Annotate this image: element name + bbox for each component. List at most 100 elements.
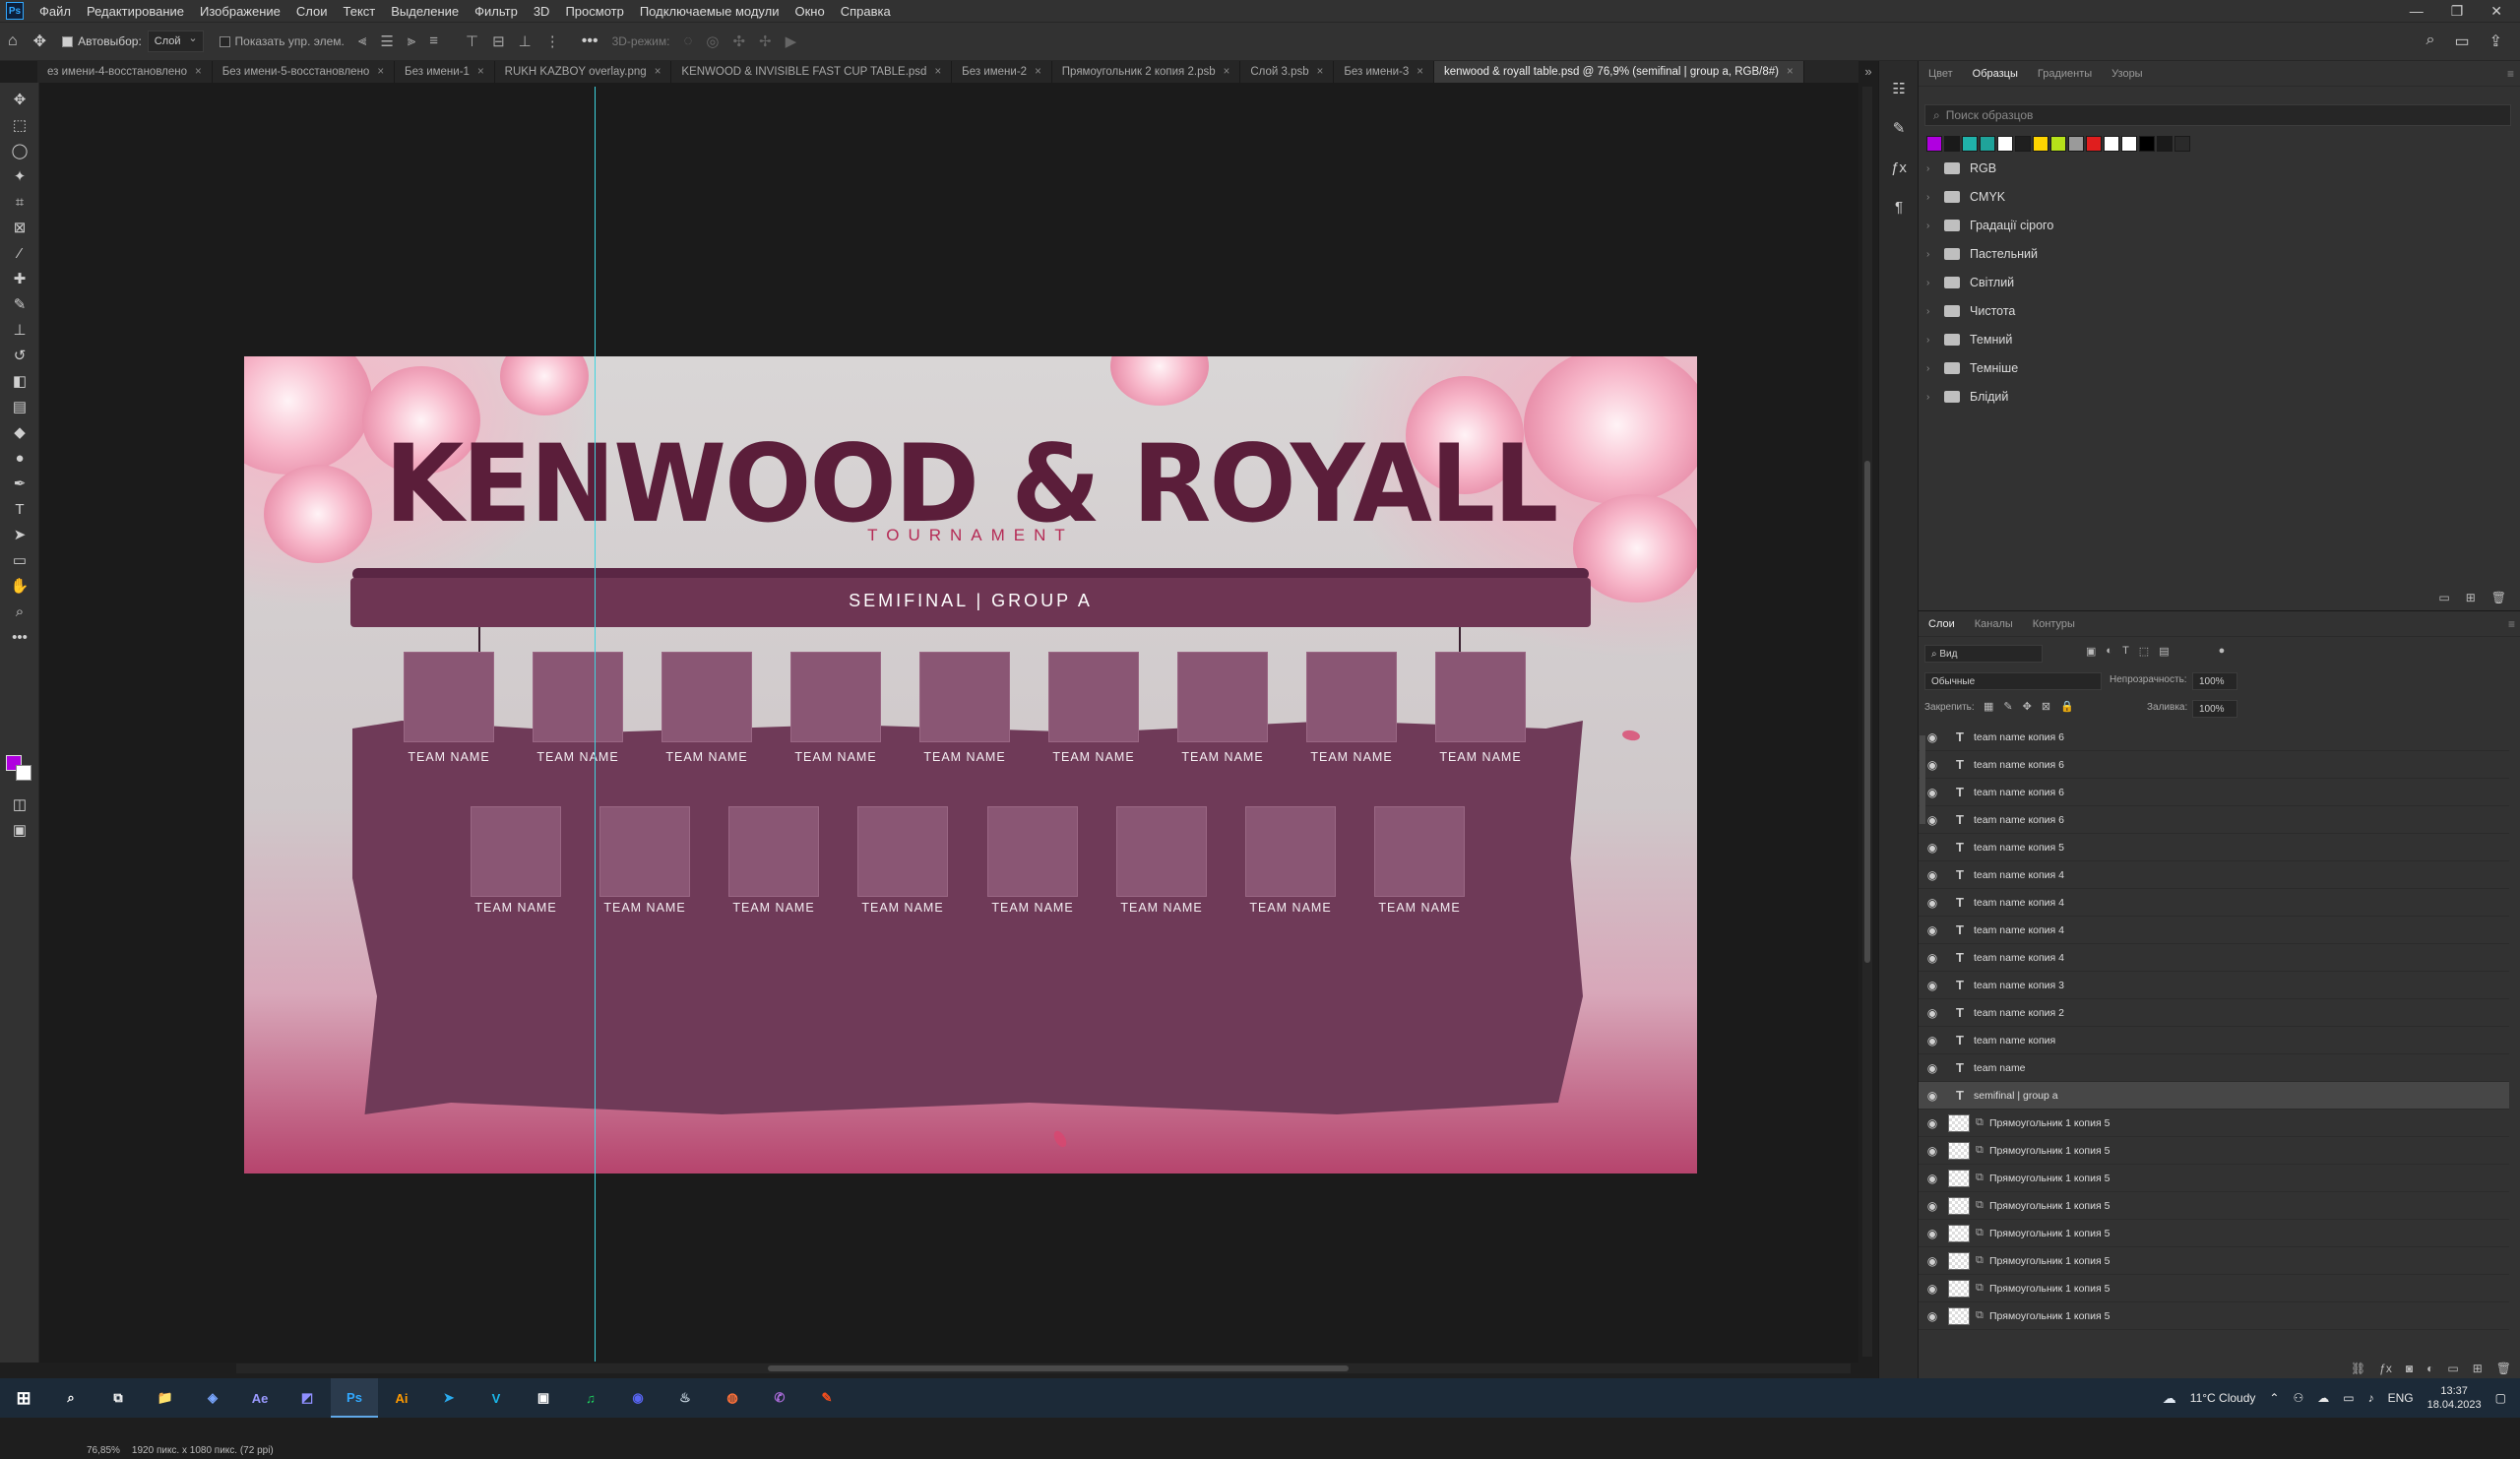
visibility-eye-icon[interactable]: ◉ bbox=[1919, 1089, 1946, 1103]
swatch-folder[interactable]: ›Блідий bbox=[1926, 384, 2008, 410]
weather-text[interactable]: 11°C Cloudy bbox=[2190, 1391, 2256, 1405]
color-swatch[interactable] bbox=[1980, 136, 1995, 152]
swatch-folder[interactable]: ›Градації сірого bbox=[1926, 213, 2053, 238]
history-brush-icon[interactable]: ↺ bbox=[0, 343, 39, 368]
video-3d-icon[interactable]: ▶ bbox=[786, 32, 797, 50]
swatch-folder[interactable]: ›Пастельний bbox=[1926, 241, 2038, 267]
type-tool-icon[interactable]: T bbox=[0, 496, 39, 522]
taskbar-app[interactable]: ➤ bbox=[425, 1378, 472, 1418]
home-icon[interactable]: ⌂ bbox=[8, 32, 18, 50]
layer-row[interactable]: ◉⧉Прямоугольник 1 копия 5 bbox=[1919, 1302, 2509, 1330]
orbit-3d-icon[interactable]: ◌ bbox=[683, 32, 692, 50]
document-tab[interactable]: Без имени-5-восстановлено× bbox=[213, 61, 395, 83]
quick-mask-icon[interactable]: ◫ bbox=[0, 792, 39, 817]
close-tab-icon[interactable]: × bbox=[1035, 66, 1041, 78]
mask-icon[interactable]: ◙ bbox=[2406, 1362, 2413, 1375]
close-tab-icon[interactable]: × bbox=[195, 66, 202, 78]
eyedropper-icon[interactable]: ⁄ bbox=[0, 240, 39, 266]
close-tab-icon[interactable]: × bbox=[1787, 66, 1794, 78]
notifications-icon[interactable]: ▢ bbox=[2495, 1391, 2506, 1405]
visibility-eye-icon[interactable]: ◉ bbox=[1919, 1061, 1946, 1075]
color-swatch[interactable] bbox=[2174, 136, 2190, 152]
pen-tool-icon[interactable]: ✒ bbox=[0, 471, 39, 496]
opacity-input[interactable]: 100% bbox=[2192, 672, 2237, 690]
layer-mode-select[interactable]: Слой bbox=[148, 31, 204, 52]
horizontal-scrollbar[interactable] bbox=[236, 1364, 1851, 1373]
menu-item[interactable]: Просмотр bbox=[557, 4, 631, 19]
share-icon[interactable]: ⇪ bbox=[2489, 32, 2502, 51]
chevron-right-icon[interactable]: › bbox=[1926, 192, 1940, 203]
color-swatch[interactable] bbox=[2139, 136, 2155, 152]
menu-item[interactable]: Окно bbox=[787, 4, 832, 19]
layer-row[interactable]: ◉Tteam name копия 4 bbox=[1919, 889, 2509, 917]
blend-mode-select[interactable]: Обычные bbox=[1924, 672, 2102, 690]
layer-row[interactable]: ◉Tteam name копия 2 bbox=[1919, 999, 2509, 1027]
color-swatch[interactable] bbox=[1997, 136, 2013, 152]
pan-3d-icon[interactable]: ✣ bbox=[732, 32, 745, 50]
delete-icon[interactable]: 🗑 bbox=[2491, 591, 2506, 604]
brush-settings-icon[interactable]: ✎ bbox=[1879, 108, 1919, 148]
layer-row[interactable]: ◉Tteam name копия 6 bbox=[1919, 779, 2509, 806]
lock-brush-icon[interactable]: ✎ bbox=[2003, 700, 2012, 713]
task-view-icon[interactable]: ⧉ bbox=[94, 1378, 142, 1418]
filter-shape-icon[interactable]: ⬚ bbox=[2139, 645, 2149, 658]
visibility-eye-icon[interactable]: ◉ bbox=[1919, 841, 1946, 855]
visibility-eye-icon[interactable]: ◉ bbox=[1919, 868, 1946, 882]
search-icon[interactable]: ⌕ bbox=[2426, 32, 2435, 51]
distribute-v-icon[interactable]: ⋮ bbox=[545, 32, 560, 50]
layer-row[interactable]: ◉Tteam name копия 6 bbox=[1919, 751, 2509, 779]
stamp-tool-icon[interactable]: ⊥ bbox=[0, 317, 39, 343]
taskbar-app[interactable]: V bbox=[472, 1378, 520, 1418]
close-tab-icon[interactable]: × bbox=[655, 66, 662, 78]
menu-item[interactable]: Редактирование bbox=[79, 4, 192, 19]
visibility-eye-icon[interactable]: ◉ bbox=[1919, 896, 1946, 910]
rectangle-tool-icon[interactable]: ▭ bbox=[0, 547, 39, 573]
clock[interactable]: 13:37 18.04.2023 bbox=[2427, 1384, 2482, 1412]
taskbar-app[interactable]: ♫ bbox=[567, 1378, 614, 1418]
chevron-right-icon[interactable]: › bbox=[1926, 392, 1940, 403]
visibility-eye-icon[interactable]: ◉ bbox=[1919, 923, 1946, 937]
distribute-icon[interactable]: ≡ bbox=[429, 32, 438, 50]
new-group-icon[interactable]: ▭ bbox=[2438, 591, 2449, 604]
fx-icon[interactable]: ƒx bbox=[2379, 1362, 2392, 1375]
panel-menu-icon[interactable]: ≡ bbox=[2508, 617, 2515, 631]
panel-tab[interactable]: Градиенты bbox=[2028, 68, 2102, 80]
gamepad-icon[interactable]: ⚇ bbox=[2293, 1391, 2303, 1405]
chevron-right-icon[interactable]: › bbox=[1926, 306, 1940, 317]
align-middle-icon[interactable]: ⊟ bbox=[492, 32, 505, 50]
restore-icon[interactable]: ❐ bbox=[2451, 3, 2464, 20]
menu-item[interactable]: Подключаемые модули bbox=[632, 4, 788, 19]
swatch-search-input[interactable]: ⌕ Поиск образцов bbox=[1924, 104, 2511, 126]
show-controls-checkbox[interactable]: Показать упр. элем. bbox=[220, 34, 345, 48]
move-tool-icon[interactable]: ✥ bbox=[33, 32, 46, 51]
layer-row[interactable]: ◉⧉Прямоугольник 1 копия 5 bbox=[1919, 1192, 2509, 1220]
slide-3d-icon[interactable]: ✢ bbox=[759, 32, 772, 50]
document-tab[interactable]: Без имени-1× bbox=[395, 61, 495, 83]
document-tab[interactable]: ез имени-4-восстановлено× bbox=[37, 61, 213, 83]
background-color-swatch[interactable] bbox=[16, 765, 32, 781]
layer-row[interactable]: ◉Tteam name копия 3 bbox=[1919, 972, 2509, 999]
lasso-tool-icon[interactable]: ◯ bbox=[0, 138, 39, 163]
workspace-icon[interactable]: ▭ bbox=[2454, 32, 2469, 51]
scroll-thumb[interactable] bbox=[768, 1365, 1349, 1371]
roll-3d-icon[interactable]: ◎ bbox=[706, 32, 719, 50]
layer-filter-select[interactable]: ⌕ Вид bbox=[1924, 645, 2043, 663]
swatch-folder[interactable]: ›CMYK bbox=[1926, 184, 2005, 210]
taskbar-app[interactable]: ◈ bbox=[189, 1378, 236, 1418]
taskbar-app[interactable]: ♨ bbox=[662, 1378, 709, 1418]
windows-start-icon[interactable]: ⊞ bbox=[0, 1378, 47, 1418]
layer-row[interactable]: ◉⧉Прямоугольник 1 копия 5 bbox=[1919, 1110, 2509, 1137]
photoshop-logo-icon[interactable]: Ps bbox=[6, 2, 24, 20]
filter-adjust-icon[interactable]: ◐ bbox=[2106, 645, 2112, 658]
vertical-scrollbar[interactable] bbox=[1862, 87, 1872, 1357]
new-layer-icon[interactable]: ⊞ bbox=[2473, 1362, 2483, 1375]
zoom-level[interactable]: 76,85% bbox=[87, 1445, 120, 1459]
artwork-canvas[interactable]: KENWOOD & ROYALL TOURNAMENT SEMIFINAL | … bbox=[244, 356, 1697, 1174]
color-swatch[interactable] bbox=[2157, 136, 2173, 152]
visibility-eye-icon[interactable]: ◉ bbox=[1919, 1227, 1946, 1240]
close-tab-icon[interactable]: × bbox=[934, 66, 941, 78]
close-tab-icon[interactable]: × bbox=[477, 66, 484, 78]
visibility-eye-icon[interactable]: ◉ bbox=[1919, 1282, 1946, 1296]
document-tab[interactable]: kenwood & royall table.psd @ 76,9% (semi… bbox=[1434, 61, 1804, 83]
align-center-icon[interactable]: ☰ bbox=[380, 32, 393, 50]
